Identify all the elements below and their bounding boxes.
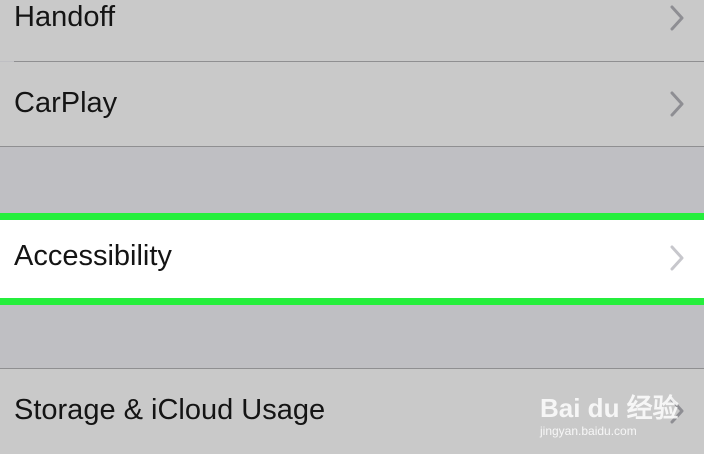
settings-row-handoff[interactable]: Handoff — [0, 0, 704, 61]
settings-row-accessibility[interactable]: Accessibility — [0, 213, 704, 305]
settings-row-label: Storage & iCloud Usage — [14, 394, 326, 426]
section-gap — [0, 147, 704, 213]
section-gap — [0, 305, 704, 368]
settings-row-carplay[interactable]: CarPlay — [0, 62, 704, 146]
chevron-right-icon — [670, 5, 684, 31]
settings-row-label: Accessibility — [14, 240, 172, 272]
settings-row-label: Handoff — [14, 1, 116, 33]
watermark-brand: Bai du 经验 — [540, 393, 679, 423]
watermark-url: jingyan.baidu.com — [540, 424, 637, 438]
chevron-right-icon — [670, 91, 684, 117]
baidu-jingyan-watermark: Bai du 经验 jingyan.baidu.com — [540, 380, 700, 440]
settings-row-label: CarPlay — [14, 87, 118, 119]
chevron-right-icon — [670, 245, 684, 271]
